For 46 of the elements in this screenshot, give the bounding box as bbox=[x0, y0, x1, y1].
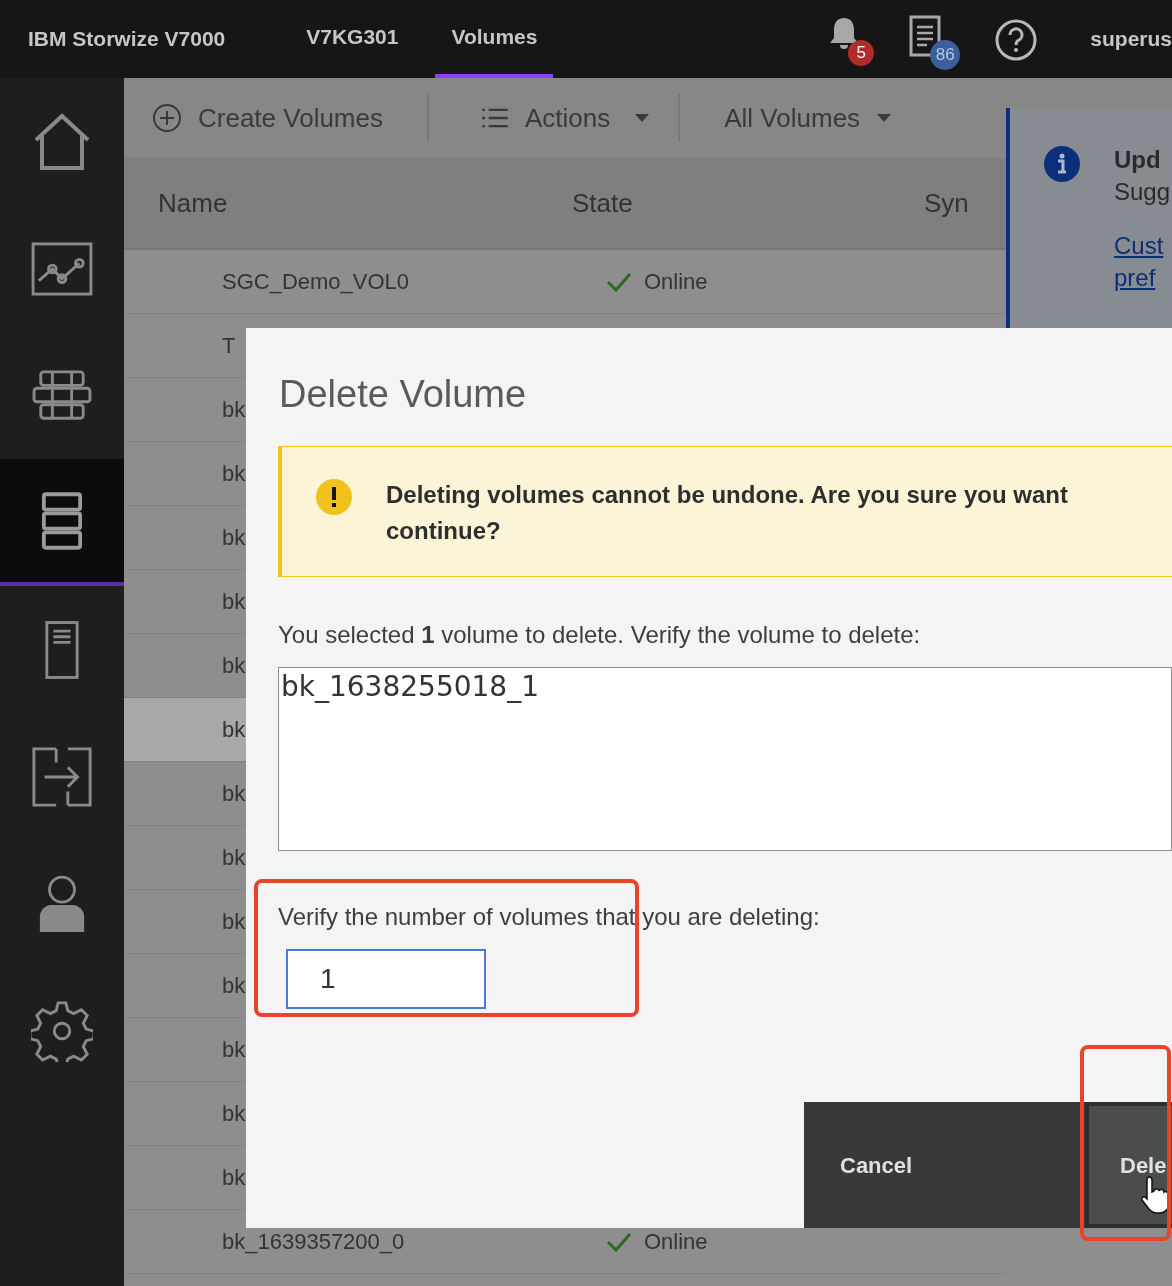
server-icon bbox=[44, 618, 80, 681]
tasks-button[interactable]: 86 bbox=[908, 14, 961, 70]
column-header[interactable]: State bbox=[572, 183, 924, 223]
stacked-disks-icon bbox=[30, 368, 94, 423]
cancel-button[interactable]: Cancel bbox=[804, 1102, 1085, 1228]
warning-icon bbox=[316, 479, 352, 515]
check-icon bbox=[606, 1231, 632, 1252]
nav-tab[interactable]: V7KG301 bbox=[290, 0, 415, 78]
count-field[interactable]: 1 bbox=[286, 949, 486, 1009]
selection-summary: You selected 1 volume to delete. Verify the volume to delete: bbox=[277, 620, 922, 650]
verify-label: Verify the number of volumes that you are deleting: bbox=[277, 902, 821, 932]
notifications-button[interactable]: 5 bbox=[824, 14, 875, 64]
notification-count: 5 bbox=[848, 40, 875, 66]
caret-icon bbox=[634, 113, 651, 123]
check-icon bbox=[606, 271, 632, 292]
dialog-title: Delete Volume bbox=[278, 372, 528, 417]
notice-text: Sugg bbox=[1114, 177, 1171, 207]
info-icon bbox=[1044, 146, 1080, 182]
create-volumes-label: Create Volumes bbox=[198, 101, 383, 135]
user-name[interactable]: superus bbox=[1090, 0, 1172, 78]
task-count: 86 bbox=[930, 40, 961, 70]
caret-icon bbox=[876, 113, 893, 123]
actions-menu[interactable]: Actions bbox=[429, 94, 681, 142]
filter-label: All Volumes bbox=[724, 101, 861, 135]
status-text: Online bbox=[644, 1228, 708, 1256]
warning-text: Deleting volumes cannot be undone. Are you sure you want continue? bbox=[386, 480, 1068, 546]
hand-cursor-icon bbox=[1140, 1174, 1170, 1214]
volume-filter-menu[interactable]: All Volumes bbox=[680, 94, 893, 142]
arrow-box-icon bbox=[31, 745, 93, 808]
column-header[interactable]: Name bbox=[124, 183, 572, 223]
help-icon[interactable] bbox=[994, 18, 1039, 62]
create-volumes-button[interactable]: Create Volumes bbox=[124, 94, 429, 142]
column-header[interactable]: Syn bbox=[924, 183, 1004, 223]
notice-link[interactable]: Cust pref bbox=[1114, 230, 1171, 294]
delete-button[interactable]: Dele bbox=[1085, 1102, 1172, 1228]
product-name: IBM Storwize V7000 bbox=[27, 26, 227, 53]
status-text: Online bbox=[644, 268, 708, 296]
chart-icon bbox=[31, 241, 93, 296]
volume-list-field[interactable]: bk_1638255018_1 bbox=[278, 667, 1172, 851]
settings-icon bbox=[31, 999, 93, 1062]
plus-icon bbox=[152, 103, 182, 133]
actions-label: Actions bbox=[525, 101, 611, 135]
sidebar-item[interactable] bbox=[0, 459, 124, 586]
stack-icon bbox=[41, 489, 83, 552]
list-icon bbox=[481, 108, 509, 128]
notice-title: Upd bbox=[1114, 145, 1162, 175]
